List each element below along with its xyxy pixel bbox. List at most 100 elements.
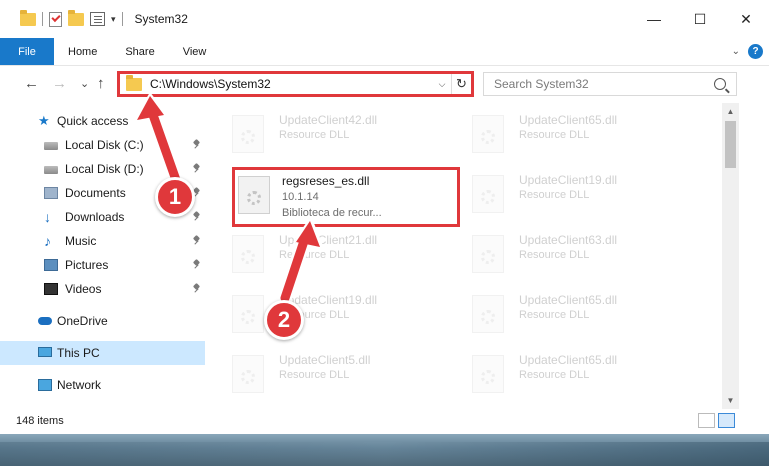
- file-type: Resource DLL: [279, 129, 350, 141]
- file-type: Resource DLL: [519, 249, 590, 261]
- pin-icon[interactable]: [193, 140, 200, 149]
- onedrive-icon: [38, 317, 52, 325]
- file-name: UpdateClient21.dll: [279, 233, 378, 247]
- file-description: Biblioteca de recur...: [282, 207, 382, 219]
- desktop-background: [0, 434, 769, 466]
- music-icon: ♪: [44, 233, 51, 249]
- file-name: UpdateClient19.dll: [519, 173, 618, 187]
- file-item[interactable]: UpdateClient5.dll Resource DLL: [208, 345, 438, 401]
- search-box[interactable]: [483, 72, 737, 96]
- minimize-button[interactable]: —: [631, 0, 677, 38]
- file-type: Resource DLL: [279, 369, 350, 381]
- file-name: regsreses_es.dll: [282, 174, 370, 188]
- sidebar-item-label: Local Disk (D:): [65, 162, 144, 176]
- refresh-button[interactable]: ↻: [451, 74, 471, 94]
- address-path[interactable]: C:\Windows\System32: [150, 77, 433, 91]
- navigation-pane: ★ Quick access Local Disk (C:) Local Dis…: [0, 103, 208, 409]
- dll-file-icon: [232, 115, 264, 153]
- address-row: ← → ⌄ ↑ C:\Windows\System32 ⌵ ↻: [0, 66, 769, 102]
- file-version: 10.1.14: [282, 191, 319, 203]
- file-item[interactable]: UpdateClient65.dll Resource DLL: [448, 105, 678, 161]
- file-item[interactable]: UpdateClient63.dll Resource DLL: [448, 225, 678, 281]
- pc-icon: [38, 347, 52, 357]
- sidebar-item-label: Music: [65, 234, 97, 248]
- address-dropdown-chevron-icon[interactable]: ⌵: [433, 79, 451, 90]
- sidebar-item-network[interactable]: Network: [0, 373, 205, 397]
- expand-ribbon-chevron-icon[interactable]: ⌄: [732, 46, 740, 57]
- tab-share[interactable]: Share: [111, 38, 168, 65]
- pictures-icon: [44, 259, 58, 271]
- tiles-view-button[interactable]: [718, 413, 735, 428]
- properties-icon[interactable]: [90, 12, 105, 26]
- file-item[interactable]: UpdateClient65.dll Resource DLL: [448, 345, 678, 401]
- maximize-button[interactable]: ☐: [677, 0, 723, 38]
- dll-file-icon: [472, 355, 504, 393]
- dll-file-icon: [232, 235, 264, 273]
- pin-icon[interactable]: [193, 236, 200, 245]
- sidebar-item-pictures[interactable]: Pictures: [0, 253, 205, 277]
- tab-file[interactable]: File: [0, 38, 54, 65]
- file-item-highlighted[interactable]: regsreses_es.dll 10.1.14 Biblioteca de r…: [232, 167, 460, 227]
- close-button[interactable]: ✕: [723, 0, 769, 38]
- gear-icon: [241, 370, 255, 384]
- downloads-icon: ↓: [44, 209, 51, 225]
- pin-icon[interactable]: [193, 284, 200, 293]
- view-toggle: [698, 413, 735, 428]
- gear-icon: [241, 310, 255, 324]
- gear-icon: [481, 250, 495, 264]
- sidebar-item-local-disk-c[interactable]: Local Disk (C:): [0, 133, 205, 157]
- file-item[interactable]: UpdateClient19.dll Resource DLL: [448, 165, 678, 221]
- network-icon: [38, 379, 52, 391]
- tab-home[interactable]: Home: [54, 38, 111, 65]
- tab-view[interactable]: View: [169, 38, 221, 65]
- sidebar-item-music[interactable]: ♪ Music: [0, 229, 205, 253]
- file-item[interactable]: UpdateClient21.dll Resource DLL: [208, 225, 438, 281]
- toolbar-divider: [121, 12, 123, 26]
- gear-icon: [481, 370, 495, 384]
- sidebar-item-videos[interactable]: Videos: [0, 277, 205, 301]
- sidebar-item-this-pc[interactable]: This PC: [0, 341, 205, 365]
- address-bar[interactable]: C:\Windows\System32 ⌵ ↻: [117, 71, 474, 97]
- videos-icon: [44, 283, 58, 295]
- back-button[interactable]: ←: [24, 75, 39, 92]
- search-icon[interactable]: [714, 78, 726, 90]
- sidebar-item-quick-access[interactable]: ★ Quick access: [0, 109, 205, 133]
- step-2-badge: 2: [264, 300, 304, 340]
- details-view-button[interactable]: [698, 413, 715, 428]
- sidebar-item-label: Pictures: [65, 258, 109, 272]
- drive-icon: [44, 142, 58, 150]
- file-item[interactable]: UpdateClient19.dll Resource DLL: [208, 285, 438, 341]
- customize-toolbar-chevron-icon[interactable]: ▾: [111, 14, 116, 25]
- pin-icon[interactable]: [193, 260, 200, 269]
- pin-icon[interactable]: [193, 164, 200, 173]
- sidebar-item-label: Videos: [65, 282, 102, 296]
- sidebar-item-onedrive[interactable]: OneDrive: [0, 309, 205, 333]
- search-input[interactable]: [494, 77, 714, 91]
- sidebar-item-label: OneDrive: [57, 314, 108, 328]
- vertical-scrollbar[interactable]: ▲ ▼: [722, 103, 739, 409]
- up-button[interactable]: ↑: [97, 75, 105, 92]
- gear-icon: [241, 250, 255, 264]
- scroll-up-arrow-icon[interactable]: ▲: [722, 103, 739, 120]
- dll-file-icon: [472, 295, 504, 333]
- file-item[interactable]: UpdateClient42.dll Resource DLL: [208, 105, 438, 161]
- file-type: Resource DLL: [519, 189, 590, 201]
- documents-icon: [44, 187, 58, 199]
- pin-icon[interactable]: [193, 212, 200, 221]
- gear-icon: [247, 191, 261, 205]
- new-folder-icon[interactable]: [68, 9, 84, 26]
- recent-locations-chevron-icon[interactable]: ⌄: [80, 77, 89, 90]
- properties-check-icon[interactable]: [49, 11, 62, 27]
- file-name: UpdateClient65.dll: [519, 353, 618, 367]
- quick-access-toolbar: ▾ System32: [0, 0, 188, 38]
- folder-icon: [126, 74, 142, 91]
- folder-icon[interactable]: [20, 9, 36, 26]
- file-item[interactable]: UpdateClient65.dll Resource DLL: [448, 285, 678, 341]
- dll-file-icon: [232, 295, 264, 333]
- scrollbar-thumb[interactable]: [725, 121, 736, 168]
- dll-file-icon: [232, 355, 264, 393]
- forward-button[interactable]: →: [52, 75, 67, 92]
- gear-icon: [481, 190, 495, 204]
- help-icon[interactable]: ?: [748, 44, 763, 59]
- scroll-down-arrow-icon[interactable]: ▼: [722, 392, 739, 409]
